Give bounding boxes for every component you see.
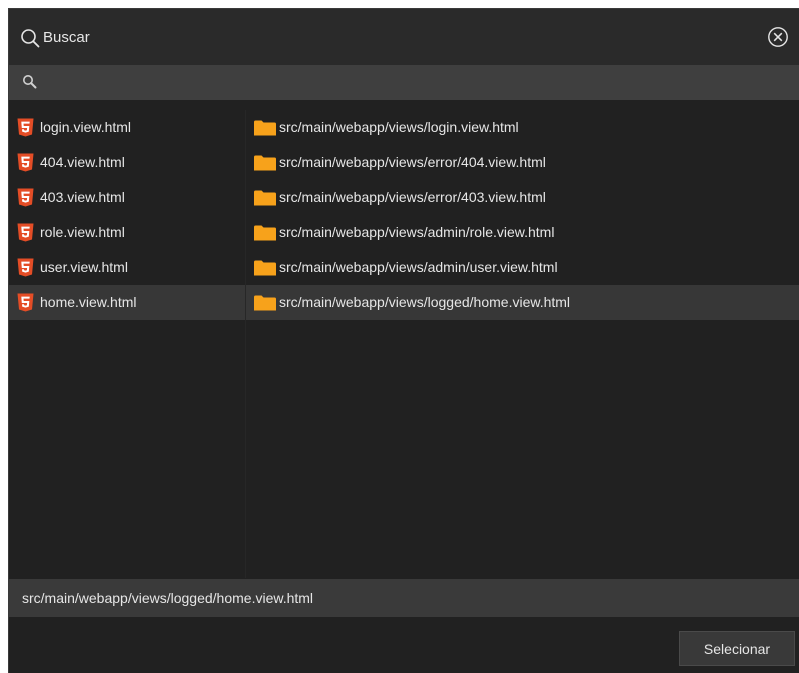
results-list: login.view.html src/main/webapp/views/log…	[9, 110, 799, 578]
file-path: src/main/webapp/views/admin/user.view.ht…	[279, 259, 558, 275]
result-row[interactable]: home.view.html src/main/webapp/views/logg…	[9, 285, 799, 320]
folder-icon	[254, 190, 276, 206]
file-name: 404.view.html	[40, 154, 125, 170]
html5-icon	[17, 293, 34, 312]
file-path: src/main/webapp/views/error/404.view.htm…	[279, 154, 546, 170]
folder-icon	[254, 120, 276, 136]
result-row[interactable]: role.view.html src/main/webapp/views/admi…	[9, 215, 799, 250]
result-row[interactable]: login.view.html src/main/webapp/views/log…	[9, 110, 799, 145]
folder-icon	[254, 260, 276, 276]
file-name: login.view.html	[40, 119, 132, 135]
html5-icon	[17, 153, 34, 172]
file-path: src/main/webapp/views/login.view.html	[279, 119, 519, 135]
filter-bar	[9, 65, 799, 100]
file-name: user.view.html	[40, 259, 128, 275]
file-name: home.view.html	[40, 294, 137, 310]
folder-icon	[254, 155, 276, 171]
select-button[interactable]: Selecionar	[679, 631, 795, 666]
file-path: src/main/webapp/views/error/403.view.htm…	[279, 189, 546, 205]
search-input[interactable]	[45, 69, 789, 97]
html5-icon	[17, 118, 34, 137]
close-icon[interactable]	[767, 26, 789, 48]
result-row[interactable]: 403.view.html src/main/webapp/views/error…	[9, 180, 799, 215]
column-divider	[245, 110, 246, 578]
folder-icon	[254, 225, 276, 241]
result-row[interactable]: user.view.html src/main/webapp/views/admi…	[9, 250, 799, 285]
file-path: src/main/webapp/views/admin/role.view.ht…	[279, 224, 555, 240]
dialog-footer: Selecionar	[9, 617, 799, 673]
file-path: src/main/webapp/views/logged/home.view.h…	[279, 294, 571, 310]
html5-icon	[17, 223, 34, 242]
html5-icon	[17, 188, 34, 207]
file-name: 403.view.html	[40, 189, 125, 205]
html5-icon	[17, 258, 34, 277]
folder-icon	[254, 295, 276, 311]
dialog-header: Buscar	[9, 9, 799, 65]
file-name: role.view.html	[40, 224, 125, 240]
search-icon	[23, 75, 37, 89]
search-dialog: Buscar login.view.html src/main/webapp/vi…	[8, 8, 799, 673]
search-icon	[21, 29, 40, 48]
selected-path-bar: src/main/webapp/views/logged/home.view.h…	[9, 579, 799, 617]
result-row[interactable]: 404.view.html src/main/webapp/views/error…	[9, 145, 799, 180]
selected-path: src/main/webapp/views/logged/home.view.h…	[22, 590, 314, 606]
dialog-title: Buscar	[43, 29, 90, 46]
